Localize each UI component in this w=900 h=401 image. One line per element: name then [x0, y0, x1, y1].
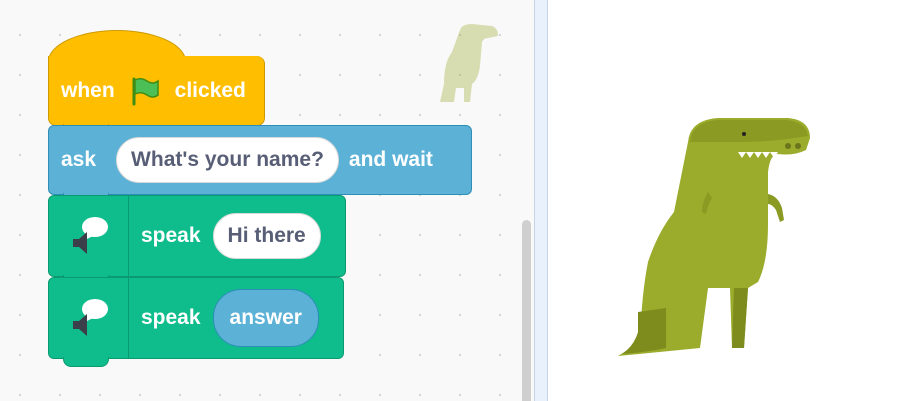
t-rex-sprite-icon[interactable] [618, 112, 828, 367]
speak-label: speak [141, 224, 201, 247]
pane-divider[interactable] [534, 0, 548, 401]
workspace-scrollbar[interactable] [522, 220, 531, 401]
ask-and-wait-block[interactable]: ask What's your name? and wait [48, 125, 472, 203]
speech-speaker-icon [49, 196, 129, 276]
speak-block[interactable]: speak Hi there [48, 195, 346, 285]
clicked-label: clicked [174, 78, 246, 102]
sprite-thumbnail-dinosaur-icon [432, 22, 502, 107]
block-connector-tab [63, 357, 109, 367]
when-flag-clicked-block[interactable]: when clicked [48, 56, 265, 134]
and-wait-label: and wait [348, 148, 433, 171]
speak-label: speak [141, 306, 201, 329]
green-flag-icon [129, 76, 161, 106]
when-label: when [61, 78, 115, 102]
speak-text-input[interactable]: Hi there [212, 213, 321, 259]
ask-question-input[interactable]: What's your name? [116, 137, 339, 183]
code-workspace[interactable]: when clicked ask What's your name? and w… [0, 0, 534, 401]
answer-reporter[interactable]: answer [212, 289, 319, 347]
ask-label: ask [61, 148, 97, 171]
speak-block[interactable]: speak answer [48, 277, 344, 367]
speech-speaker-icon [49, 278, 129, 358]
